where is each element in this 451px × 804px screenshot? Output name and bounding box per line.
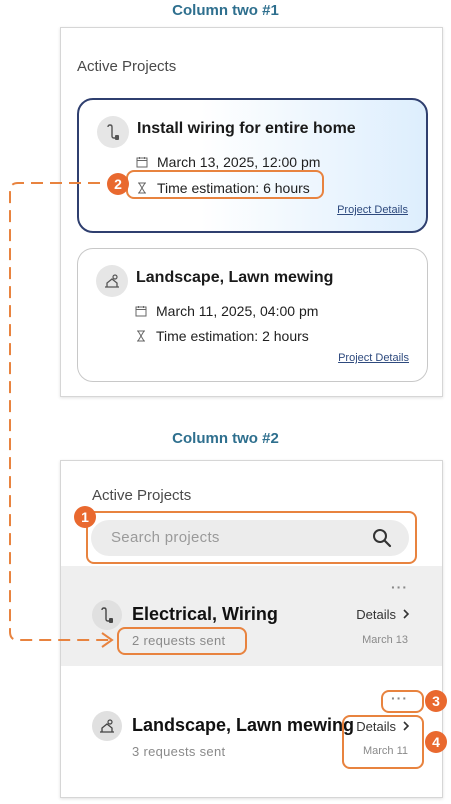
annotation-badge-4: 4 xyxy=(425,731,447,753)
highlight-more-options xyxy=(381,690,424,713)
annotation-badge-3: 3 xyxy=(425,690,447,712)
highlight-details xyxy=(342,715,424,769)
annotation-connector xyxy=(9,182,114,648)
annotation-badge-2: 2 xyxy=(107,173,129,195)
highlight-requests-sent xyxy=(117,627,247,655)
highlight-search xyxy=(86,511,417,564)
annotation-badge-1: 1 xyxy=(74,506,96,528)
highlight-time-estimation xyxy=(126,170,324,199)
